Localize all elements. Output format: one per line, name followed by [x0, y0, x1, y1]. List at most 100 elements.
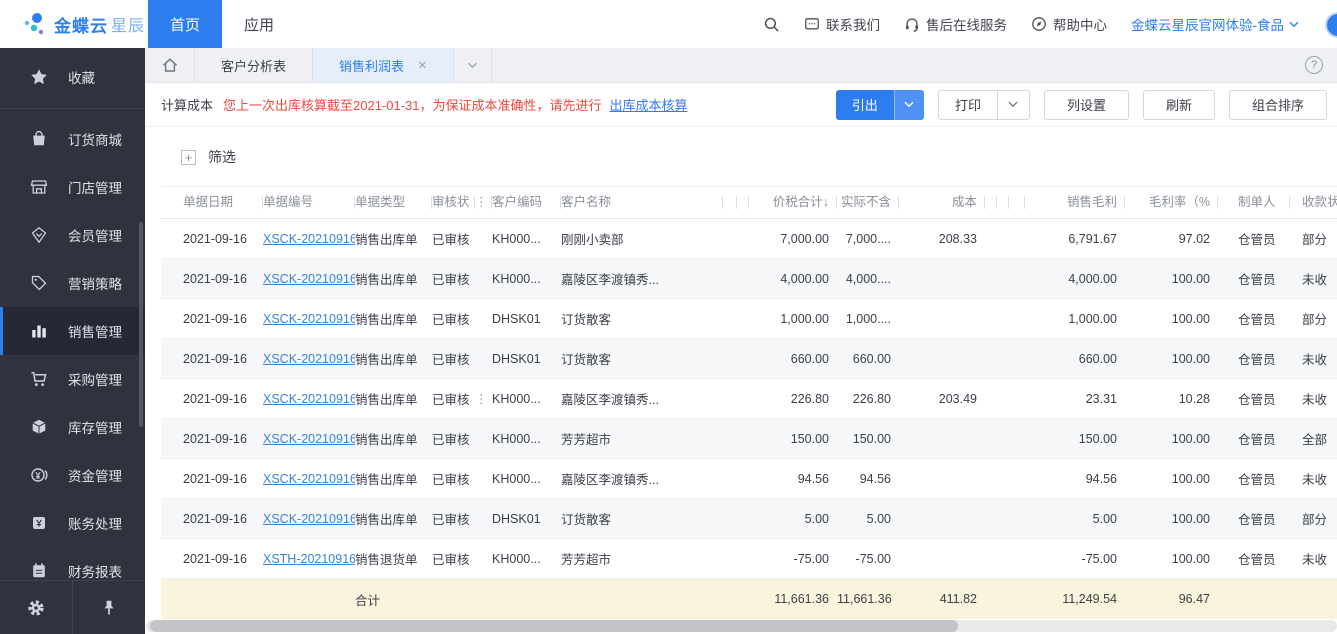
sidebar-item-store-management[interactable]: 门店管理	[0, 163, 145, 211]
bill-no-link[interactable]: XSTH-20210916	[263, 552, 355, 566]
sidebar-item-accounting[interactable]: 账务处理	[0, 499, 145, 547]
cell-billtype: 销售出库单	[355, 309, 432, 328]
cell-billno[interactable]: XSTH-20210916	[263, 552, 355, 566]
pin-sidebar-button[interactable]	[73, 581, 145, 634]
sidebar-item-inventory-management[interactable]: 库存管理	[0, 403, 145, 451]
bill-no-link[interactable]: XSCK-20210916	[263, 352, 355, 366]
sidebar-item-order-mall[interactable]: 订货商城	[0, 115, 145, 163]
column-header-billno[interactable]: 单据编号	[263, 186, 355, 219]
settings-button[interactable]	[0, 581, 73, 634]
help-center-link[interactable]: 帮助中心	[1031, 14, 1107, 34]
cell-billno[interactable]: XSCK-20210916	[263, 232, 355, 246]
print-dropdown-icon[interactable]	[997, 91, 1029, 119]
sidebar-item-favorites[interactable]: 收藏	[0, 48, 145, 106]
table-row[interactable]: 2021-09-16XSCK-20210916销售出库单已审核KH000...刚…	[161, 219, 1337, 259]
table-row[interactable]: 2021-09-16XSCK-20210916销售出库单已审核DHSK01订货散…	[161, 339, 1337, 379]
cell-billno[interactable]: XSCK-20210916	[263, 312, 355, 326]
tab-list-dropdown[interactable]	[454, 48, 492, 82]
after-sales-service-link[interactable]: 售后在线服务	[904, 14, 1007, 34]
cell-profit: -75.00	[1025, 552, 1125, 566]
cell-billno[interactable]: XSCK-20210916	[263, 272, 355, 286]
table-header-row: 单据日期单据编号单据类型审核状⋮客户编码客户名称价税合计↓实际不含成本 销售毛利毛…	[161, 186, 1337, 219]
column-header-cost[interactable]: 成本	[899, 186, 985, 219]
column-header-sp5	[1009, 186, 1025, 219]
column-header-custname[interactable]: 客户名称	[561, 186, 723, 219]
sidebar-item-purchase-management[interactable]: 采购管理	[0, 355, 145, 403]
cell-billno[interactable]: XSCK-20210916	[263, 352, 355, 366]
table-row[interactable]: 2021-09-16XSCK-20210916销售出库单已审核⋮KH000...…	[161, 379, 1337, 419]
cell-billno[interactable]: XSCK-20210916	[263, 472, 355, 486]
sidebar-item-funds-management[interactable]: 资金管理	[0, 451, 145, 499]
column-header-profit[interactable]: 销售毛利	[1025, 186, 1125, 219]
sidebar-scrollbar[interactable]	[139, 222, 143, 427]
table-row[interactable]: 2021-09-16XSCK-20210916销售出库单已审核KH000...嘉…	[161, 459, 1337, 499]
column-header-payment[interactable]: 收款状	[1290, 186, 1337, 219]
cell-audit: 已审核	[432, 509, 475, 528]
bill-no-link[interactable]: XSCK-20210916	[263, 392, 355, 406]
combo-sort-button[interactable]: 组合排序	[1229, 90, 1327, 120]
help-icon[interactable]: ?	[1305, 56, 1323, 74]
cell-audit: 已审核	[432, 389, 475, 408]
export-button[interactable]: 引出	[836, 90, 894, 120]
filter-expand-toggle[interactable]: + 筛选	[181, 147, 236, 167]
horizontal-scrollbar-thumb[interactable]	[150, 620, 958, 632]
plus-expander-icon[interactable]: +	[181, 150, 196, 165]
column-header-actual[interactable]: 实际不含	[837, 186, 899, 219]
print-split-button[interactable]: 打印	[938, 90, 1030, 120]
sidebar-item-sales-management[interactable]: 销售管理	[0, 307, 145, 355]
cell-custcode: KH000...	[492, 232, 561, 246]
column-header-margin[interactable]: 毛利率（%	[1125, 186, 1218, 219]
export-split-button[interactable]: 引出	[836, 90, 924, 120]
column-header-total[interactable]: 价税合计↓	[749, 186, 837, 219]
sidebar-item-member-management[interactable]: 会员管理	[0, 211, 145, 259]
column-header-audit[interactable]: 审核状	[432, 186, 475, 219]
horizontal-scrollbar-track[interactable]	[146, 620, 1337, 632]
column-header-creator[interactable]: 制单人	[1218, 186, 1290, 219]
column-header-custcode[interactable]: 客户编码	[492, 186, 561, 219]
tab-customer-analysis[interactable]: 客户分析表	[195, 48, 313, 82]
bill-no-link[interactable]: XSCK-20210916	[263, 272, 355, 286]
cell-billtype: 销售出库单	[355, 389, 432, 408]
cell-billtype: 销售出库单	[355, 429, 432, 448]
cube-icon	[30, 418, 48, 436]
home-tab-button[interactable]	[145, 48, 195, 82]
nav-tab-apps[interactable]: 应用	[222, 0, 296, 48]
chevron-down-icon	[1289, 21, 1299, 28]
cell-payment: 未收	[1290, 389, 1337, 408]
refresh-button[interactable]: 刷新	[1143, 90, 1215, 120]
column-header-date[interactable]: 单据日期	[183, 186, 263, 219]
cell-actual: 660.00	[837, 352, 899, 366]
table-row[interactable]: 2021-09-16XSCK-20210916销售出库单已审核KH000...嘉…	[161, 259, 1337, 299]
cell-custcode: KH000...	[492, 432, 561, 446]
print-button[interactable]: 打印	[939, 91, 997, 119]
contact-us-link[interactable]: 联系我们	[804, 14, 880, 34]
column-header-billtype[interactable]: 单据类型	[355, 186, 432, 219]
table-total-row: 合计11,661.3611,661.36411.8211,249.5496.47	[161, 579, 1337, 619]
cell-billno[interactable]: XSCK-20210916	[263, 392, 355, 406]
bill-no-link[interactable]: XSCK-20210916	[263, 472, 355, 486]
nav-tab-home[interactable]: 首页	[148, 0, 222, 48]
search-icon[interactable]	[763, 16, 780, 33]
tab-sales-profit-report[interactable]: 销售利润表 ×	[313, 48, 454, 82]
bill-no-link[interactable]: XSCK-20210916	[263, 312, 355, 326]
table-row[interactable]: 2021-09-16XSCK-20210916销售出库单已审核DHSK01订货散…	[161, 299, 1337, 339]
cell-billno[interactable]: XSCK-20210916	[263, 432, 355, 446]
column-header-mini: ⋮	[475, 186, 492, 219]
export-dropdown-icon[interactable]	[894, 90, 924, 120]
bill-no-link[interactable]: XSCK-20210916	[263, 232, 355, 246]
outbound-cost-accounting-link[interactable]: 出库成本核算	[610, 95, 688, 114]
bill-no-link[interactable]: XSCK-20210916	[263, 432, 355, 446]
cell-profit: 6,791.67	[1025, 232, 1125, 246]
cell-actual: 226.80	[837, 392, 899, 406]
table-row[interactable]: 2021-09-16XSCK-20210916销售出库单已审核KH000...芳…	[161, 419, 1337, 459]
sidebar-item-marketing-strategy[interactable]: 营销策略	[0, 259, 145, 307]
account-switcher[interactable]: 金蝶云星辰官网体验-食品	[1131, 14, 1299, 34]
cell-billno[interactable]: XSCK-20210916	[263, 512, 355, 526]
close-tab-icon[interactable]: ×	[418, 58, 427, 73]
table-row[interactable]: 2021-09-16XSCK-20210916销售出库单已审核DHSK01订货散…	[161, 499, 1337, 539]
total-cell-cost: 411.82	[899, 592, 985, 606]
column-settings-button[interactable]: 列设置	[1044, 90, 1129, 120]
avatar[interactable]	[1323, 10, 1337, 38]
bill-no-link[interactable]: XSCK-20210916	[263, 512, 355, 526]
table-row[interactable]: 2021-09-16XSTH-20210916销售退货单已审核KH000...芳…	[161, 539, 1337, 579]
